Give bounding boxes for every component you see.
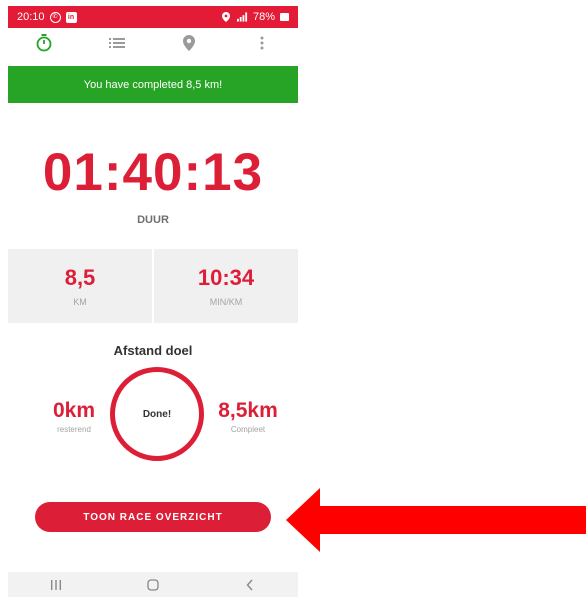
- goal-remaining: 0km resterend: [48, 399, 100, 434]
- battery-icon: [280, 13, 289, 21]
- status-right: 78%: [221, 11, 289, 23]
- linkedin-icon: in: [65, 11, 77, 23]
- back-icon: [246, 579, 253, 590]
- distance-unit: KM: [73, 297, 87, 307]
- status-time: 20:10: [17, 11, 45, 23]
- whatsapp-icon: ✆: [49, 11, 61, 23]
- goal-status-text: Done!: [142, 408, 172, 420]
- completed-value: 8,5km: [218, 399, 278, 422]
- tab-timer[interactable]: [29, 28, 59, 58]
- annotation-arrow-icon: [286, 488, 586, 552]
- race-overview-button[interactable]: TOON RACE OVERZICHT: [35, 502, 271, 532]
- signal-icon: [236, 12, 248, 23]
- tab-more-options[interactable]: [247, 28, 277, 58]
- list-icon: [108, 38, 125, 48]
- completion-message: You have completed 8,5 km!: [83, 78, 223, 91]
- recent-apps-button[interactable]: [36, 572, 76, 597]
- goal-title: Afstand doel: [113, 343, 193, 358]
- status-left: 20:10 ✆ in: [17, 11, 77, 23]
- remaining-value: 0km: [52, 399, 96, 422]
- stats-panel: 8,5 KM 10:34 MIN/KM: [8, 249, 298, 323]
- location-icon: [221, 12, 232, 23]
- home-button[interactable]: [133, 572, 173, 597]
- more-vert-icon: [260, 36, 264, 50]
- map-pin-icon: [183, 35, 196, 51]
- battery-percentage: 78%: [252, 11, 275, 23]
- phone-screen: 20:10 ✆ in 78% You have completed 8,5 km…: [8, 6, 298, 597]
- completed-label: Compleet: [230, 425, 266, 434]
- elapsed-time-label: DUUR: [137, 214, 169, 226]
- distance-value: 8,5: [64, 265, 96, 290]
- pace-value: 10:34: [197, 265, 255, 290]
- tab-map[interactable]: [174, 28, 204, 58]
- pace-stat: 10:34 MIN/KM: [152, 249, 298, 323]
- goal-progress-ring: Done!: [110, 367, 204, 461]
- system-nav-bar: [8, 572, 298, 597]
- stopwatch-icon: [36, 34, 52, 52]
- recent-apps-icon: [51, 579, 62, 590]
- distance-stat: 8,5 KM: [8, 249, 152, 323]
- remaining-label: resterend: [57, 425, 91, 434]
- completion-banner: You have completed 8,5 km!: [8, 66, 298, 103]
- goal-completed: 8,5km Compleet: [208, 399, 288, 434]
- elapsed-time: 01:40:13: [42, 143, 264, 202]
- pace-unit: MIN/KM: [209, 297, 243, 307]
- back-button[interactable]: [230, 572, 270, 597]
- screenshot-page: 20:10 ✆ in 78% You have completed 8,5 km…: [0, 0, 586, 597]
- tab-toolbar: [8, 28, 298, 58]
- tab-list[interactable]: [102, 28, 132, 58]
- status-bar: 20:10 ✆ in 78%: [8, 6, 298, 28]
- home-icon: [147, 578, 159, 591]
